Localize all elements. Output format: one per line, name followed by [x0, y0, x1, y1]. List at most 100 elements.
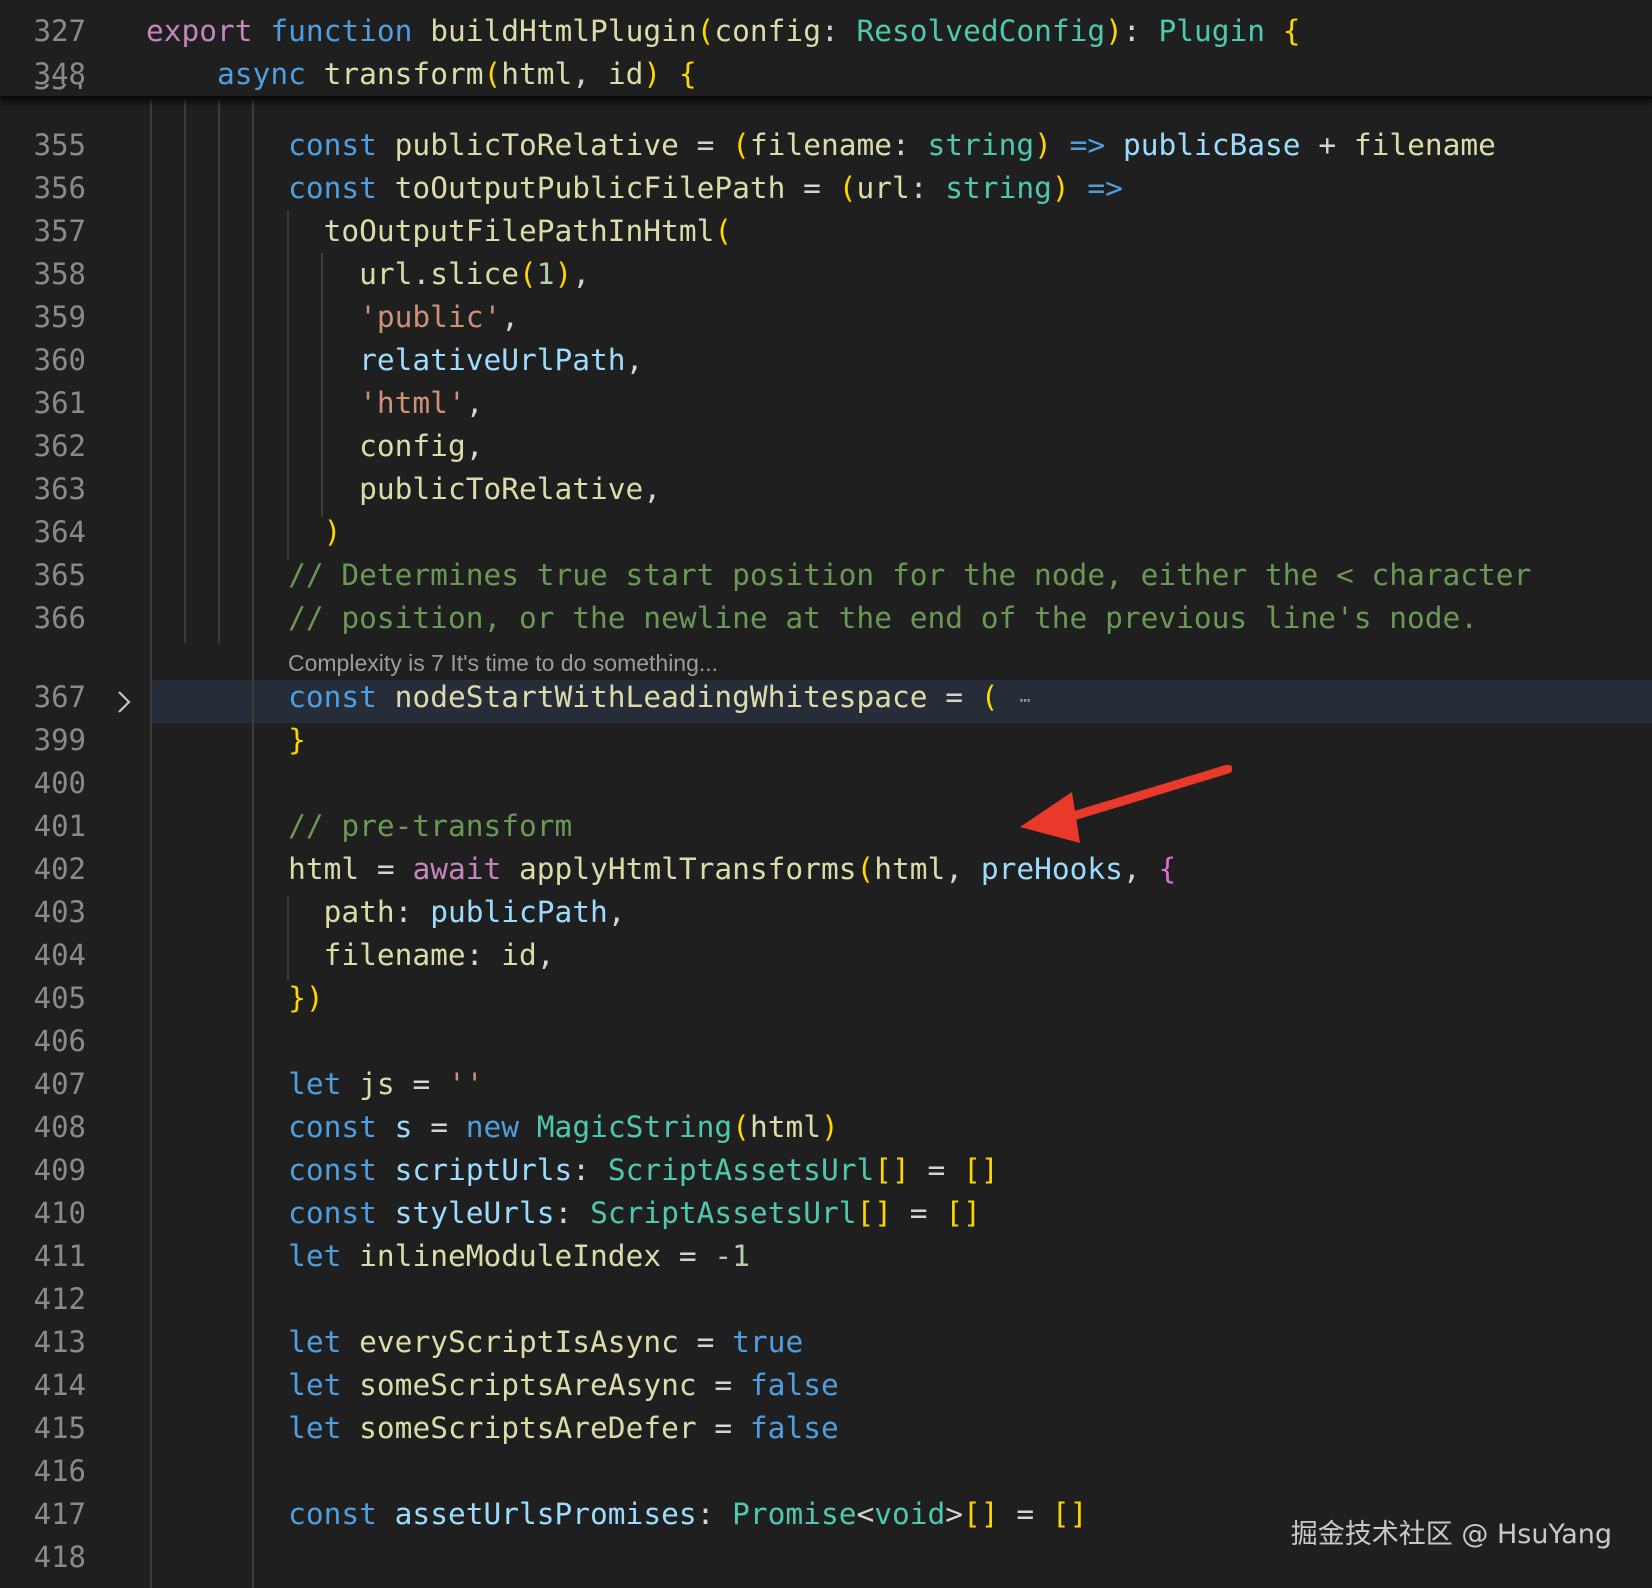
- sticky-scroll-header[interactable]: 327 export function buildHtmlPlugin(confi…: [0, 0, 1652, 99]
- code-text[interactable]: const nodeStartWithLeadingWhitespace = (: [146, 676, 998, 719]
- code-line[interactable]: 363 publicToRelative,: [0, 468, 1652, 511]
- code-text[interactable]: 'html',: [146, 382, 483, 425]
- line-number[interactable]: 399: [0, 719, 86, 762]
- line-number[interactable]: 367: [0, 676, 86, 719]
- code-text[interactable]: // Determines true start position for th…: [146, 554, 1531, 597]
- code-text[interactable]: const s = new MagicString(html): [146, 1106, 839, 1149]
- code-line[interactable]: 357 toOutputFilePathInHtml(: [0, 210, 1652, 253]
- code-line[interactable]: 412: [0, 1278, 1652, 1321]
- line-number[interactable]: 327: [0, 10, 86, 53]
- code-text[interactable]: url.slice(1),: [146, 253, 590, 296]
- code-line[interactable]: 403 path: publicPath,: [0, 891, 1652, 934]
- code-text[interactable]: }): [146, 977, 324, 1020]
- code-line[interactable]: 410 const styleUrls: ScriptAssetsUrl[] =…: [0, 1192, 1652, 1235]
- line-number[interactable]: 415: [0, 1407, 86, 1450]
- line-number[interactable]: 403: [0, 891, 86, 934]
- code-text[interactable]: let everyScriptIsAsync = true: [146, 1321, 803, 1364]
- line-number[interactable]: 364: [0, 511, 86, 554]
- code-text[interactable]: let js = '': [146, 1063, 483, 1106]
- code-line[interactable]: 366 // position, or the newline at the e…: [0, 597, 1652, 640]
- code-line[interactable]: 411 let inlineModuleIndex = -1: [0, 1235, 1652, 1278]
- code-text[interactable]: // position, or the newline at the end o…: [146, 597, 1478, 640]
- line-number[interactable]: 418: [0, 1536, 86, 1579]
- code-text[interactable]: html = await applyHtmlTransforms(html, p…: [146, 848, 1176, 891]
- line-number[interactable]: 413: [0, 1321, 86, 1364]
- code-line[interactable]: 409 const scriptUrls: ScriptAssetsUrl[] …: [0, 1149, 1652, 1192]
- line-number[interactable]: 360: [0, 339, 86, 382]
- code-text[interactable]: filename: id,: [146, 934, 555, 977]
- code-line[interactable]: 359 'public',: [0, 296, 1652, 339]
- line-number[interactable]: 401: [0, 805, 86, 848]
- line-number[interactable]: 356: [0, 167, 86, 210]
- line-number[interactable]: 365: [0, 554, 86, 597]
- line-number[interactable]: 407: [0, 1063, 86, 1106]
- code-line[interactable]: 402 html = await applyHtmlTransforms(htm…: [0, 848, 1652, 891]
- code-text[interactable]: 'public',: [146, 296, 519, 339]
- code-text[interactable]: path: publicPath,: [146, 891, 626, 934]
- code-text[interactable]: toOutputFilePathInHtml(: [146, 210, 733, 253]
- line-number[interactable]: 357: [0, 210, 86, 253]
- code-line[interactable]: 362 config,: [0, 425, 1652, 468]
- line-number[interactable]: 416: [0, 1450, 86, 1493]
- code-line[interactable]: 407 let js = '': [0, 1063, 1652, 1106]
- code-line[interactable]: 360 relativeUrlPath,: [0, 339, 1652, 382]
- code-line[interactable]: 399 }: [0, 719, 1652, 762]
- line-number[interactable]: 412: [0, 1278, 86, 1321]
- line-number[interactable]: 417: [0, 1493, 86, 1536]
- line-number[interactable]: 406: [0, 1020, 86, 1063]
- code-line[interactable]: 414 let someScriptsAreAsync = false: [0, 1364, 1652, 1407]
- code-line[interactable]: 401 // pre-transform: [0, 805, 1652, 848]
- code-line[interactable]: 416: [0, 1450, 1652, 1493]
- code-text[interactable]: const toOutputPublicFilePath = (url: str…: [146, 167, 1123, 210]
- code-line[interactable]: 365 // Determines true start position fo…: [0, 554, 1652, 597]
- code-line[interactable]: 415 let someScriptsAreDefer = false: [0, 1407, 1652, 1450]
- code-line[interactable]: 408 const s = new MagicString(html): [0, 1106, 1652, 1149]
- code-line[interactable]: 356 const toOutputPublicFilePath = (url:…: [0, 167, 1652, 210]
- code-line[interactable]: 405 }): [0, 977, 1652, 1020]
- code-text[interactable]: }: [146, 719, 306, 762]
- line-number[interactable]: 402: [0, 848, 86, 891]
- code-text[interactable]: config,: [146, 425, 483, 468]
- code-line[interactable]: 406: [0, 1020, 1652, 1063]
- code-editor[interactable]: 355 const publicToRelative = (filename: …: [0, 0, 1652, 1588]
- code-text[interactable]: let someScriptsAreDefer = false: [146, 1407, 839, 1450]
- code-text[interactable]: // pre-transform: [146, 805, 572, 848]
- code-text[interactable]: publicToRelative,: [146, 468, 661, 511]
- code-text[interactable]: const publicToRelative = (filename: stri…: [146, 124, 1496, 167]
- code-text[interactable]: ): [146, 511, 342, 554]
- code-text[interactable]: const assetUrlsPromises: Promise<void>[]…: [146, 1493, 1087, 1536]
- line-number[interactable]: 361: [0, 382, 86, 425]
- chevron-right-icon[interactable]: [112, 687, 136, 717]
- line-number[interactable]: 363: [0, 468, 86, 511]
- code-text[interactable]: const styleUrls: ScriptAssetsUrl[] = []: [146, 1192, 981, 1235]
- line-number[interactable]: 409: [0, 1149, 86, 1192]
- line-number[interactable]: 404: [0, 934, 86, 977]
- code-line[interactable]: 361 'html',: [0, 382, 1652, 425]
- code-text[interactable]: export function buildHtmlPlugin(config: …: [146, 10, 1301, 53]
- code-line[interactable]: 367 const nodeStartWithLeadingWhitespace…: [0, 676, 1652, 719]
- folded-region-ellipsis[interactable]: ⋯: [1014, 690, 1036, 712]
- code-line[interactable]: 355 const publicToRelative = (filename: …: [0, 124, 1652, 167]
- line-number[interactable]: 410: [0, 1192, 86, 1235]
- line-number[interactable]: 405: [0, 977, 86, 1020]
- code-text[interactable]: let someScriptsAreAsync = false: [146, 1364, 839, 1407]
- line-number[interactable]: 355: [0, 124, 86, 167]
- code-line[interactable]: 364 ): [0, 511, 1652, 554]
- line-number[interactable]: 408: [0, 1106, 86, 1149]
- line-number[interactable]: 366: [0, 597, 86, 640]
- code-line[interactable]: 358 url.slice(1),: [0, 253, 1652, 296]
- code-text[interactable]: const scriptUrls: ScriptAssetsUrl[] = []: [146, 1149, 999, 1192]
- code-text[interactable]: relativeUrlPath,: [146, 339, 643, 382]
- code-line[interactable]: 400: [0, 762, 1652, 805]
- code-line[interactable]: 404 filename: id,: [0, 934, 1652, 977]
- line-number[interactable]: 358: [0, 253, 86, 296]
- line-number[interactable]: 362: [0, 425, 86, 468]
- code-line[interactable]: 327 export function buildHtmlPlugin(confi…: [0, 10, 1652, 53]
- code-text[interactable]: let inlineModuleIndex = -1: [146, 1235, 750, 1278]
- codelens-complexity[interactable]: Complexity is 7 It's time to do somethin…: [288, 648, 718, 678]
- line-number[interactable]: 411: [0, 1235, 86, 1278]
- line-number[interactable]: 359: [0, 296, 86, 339]
- code-line[interactable]: 413 let everyScriptIsAsync = true: [0, 1321, 1652, 1364]
- line-number[interactable]: 414: [0, 1364, 86, 1407]
- line-number[interactable]: 400: [0, 762, 86, 805]
